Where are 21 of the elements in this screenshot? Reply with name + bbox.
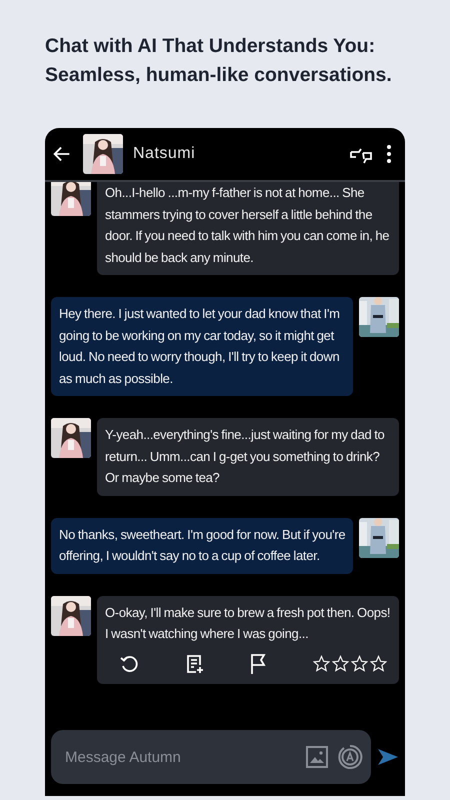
star-icon[interactable] (312, 655, 330, 672)
user-message: No thanks, sweetheart. I'm good for now. But if you're offering, I wouldn't say no to a cup of coffee later. (51, 518, 353, 574)
star-icon[interactable] (370, 655, 387, 672)
send-icon[interactable] (377, 747, 399, 767)
star-icon[interactable] (350, 655, 368, 672)
star-rating[interactable] (312, 655, 387, 672)
auto-icon[interactable] (337, 744, 363, 770)
message-input[interactable]: Message Autumn (63, 748, 297, 766)
flag-icon[interactable] (250, 652, 266, 674)
star-icon[interactable] (332, 655, 349, 672)
bot-message: Oh...I-hello ...m-my f-father is not at home... She stammers trying to cover herself a little behind the door. If you need to talk with him you can come in, he should be back any minute. (97, 182, 399, 275)
bot-message: O-okay, I'll make sure to brew a fresh pot then. Oops! I wasn't watching where I was going... (97, 596, 399, 684)
image-icon[interactable] (305, 745, 329, 769)
headline: Seamless, human-like conversations. (45, 63, 393, 88)
character-name: Natsumi (133, 145, 196, 163)
regenerate-icon[interactable] (119, 654, 139, 674)
note-add-icon[interactable] (186, 654, 204, 674)
user-message: Hey there. I just wanted to let your dad know that I'm going to be working on my car today, so it might get loud. No need to worry though, I'll try to keep it down as much as possible. (51, 297, 353, 396)
headline: Chat with AI That Understands You: (45, 34, 376, 59)
message-field[interactable]: Message Autumn (51, 730, 371, 784)
bot-message: Y-yeah...everything's fine...just waiting for my dad to return... Umm...can I g-get you something to drink? Or maybe some tea? (97, 418, 399, 496)
